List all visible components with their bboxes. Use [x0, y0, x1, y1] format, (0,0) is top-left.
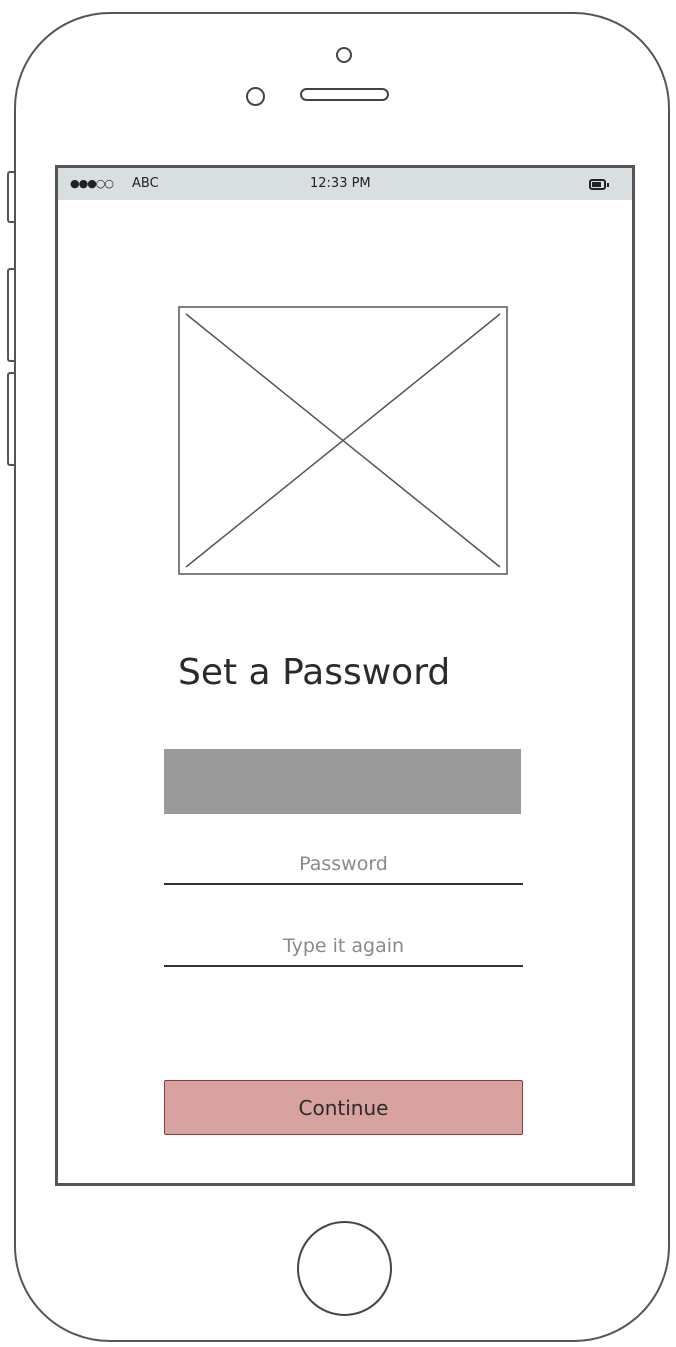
password-input[interactable] — [164, 845, 523, 885]
volume-down-button — [7, 372, 14, 466]
front-camera — [336, 47, 352, 63]
proximity-sensor — [246, 87, 265, 106]
placeholder-block — [164, 749, 521, 814]
image-placeholder-icon — [178, 306, 508, 575]
continue-button[interactable]: Continue — [164, 1080, 523, 1135]
signal-strength-icon: ●●●○○ — [70, 177, 114, 190]
earpiece-speaker — [300, 88, 389, 101]
home-button[interactable] — [297, 1221, 392, 1316]
status-bar: ●●●○○ ABC 12:33 PM — [58, 168, 632, 200]
mute-switch — [7, 171, 14, 223]
confirm-password-input[interactable] — [164, 927, 523, 967]
page-title: Set a Password — [178, 652, 451, 693]
volume-up-button — [7, 268, 14, 362]
carrier-name: ABC — [132, 176, 159, 191]
status-time: 12:33 PM — [310, 176, 371, 191]
phone-screen: ●●●○○ ABC 12:33 PM Set a Password Contin… — [55, 165, 635, 1186]
battery-icon — [589, 179, 609, 190]
